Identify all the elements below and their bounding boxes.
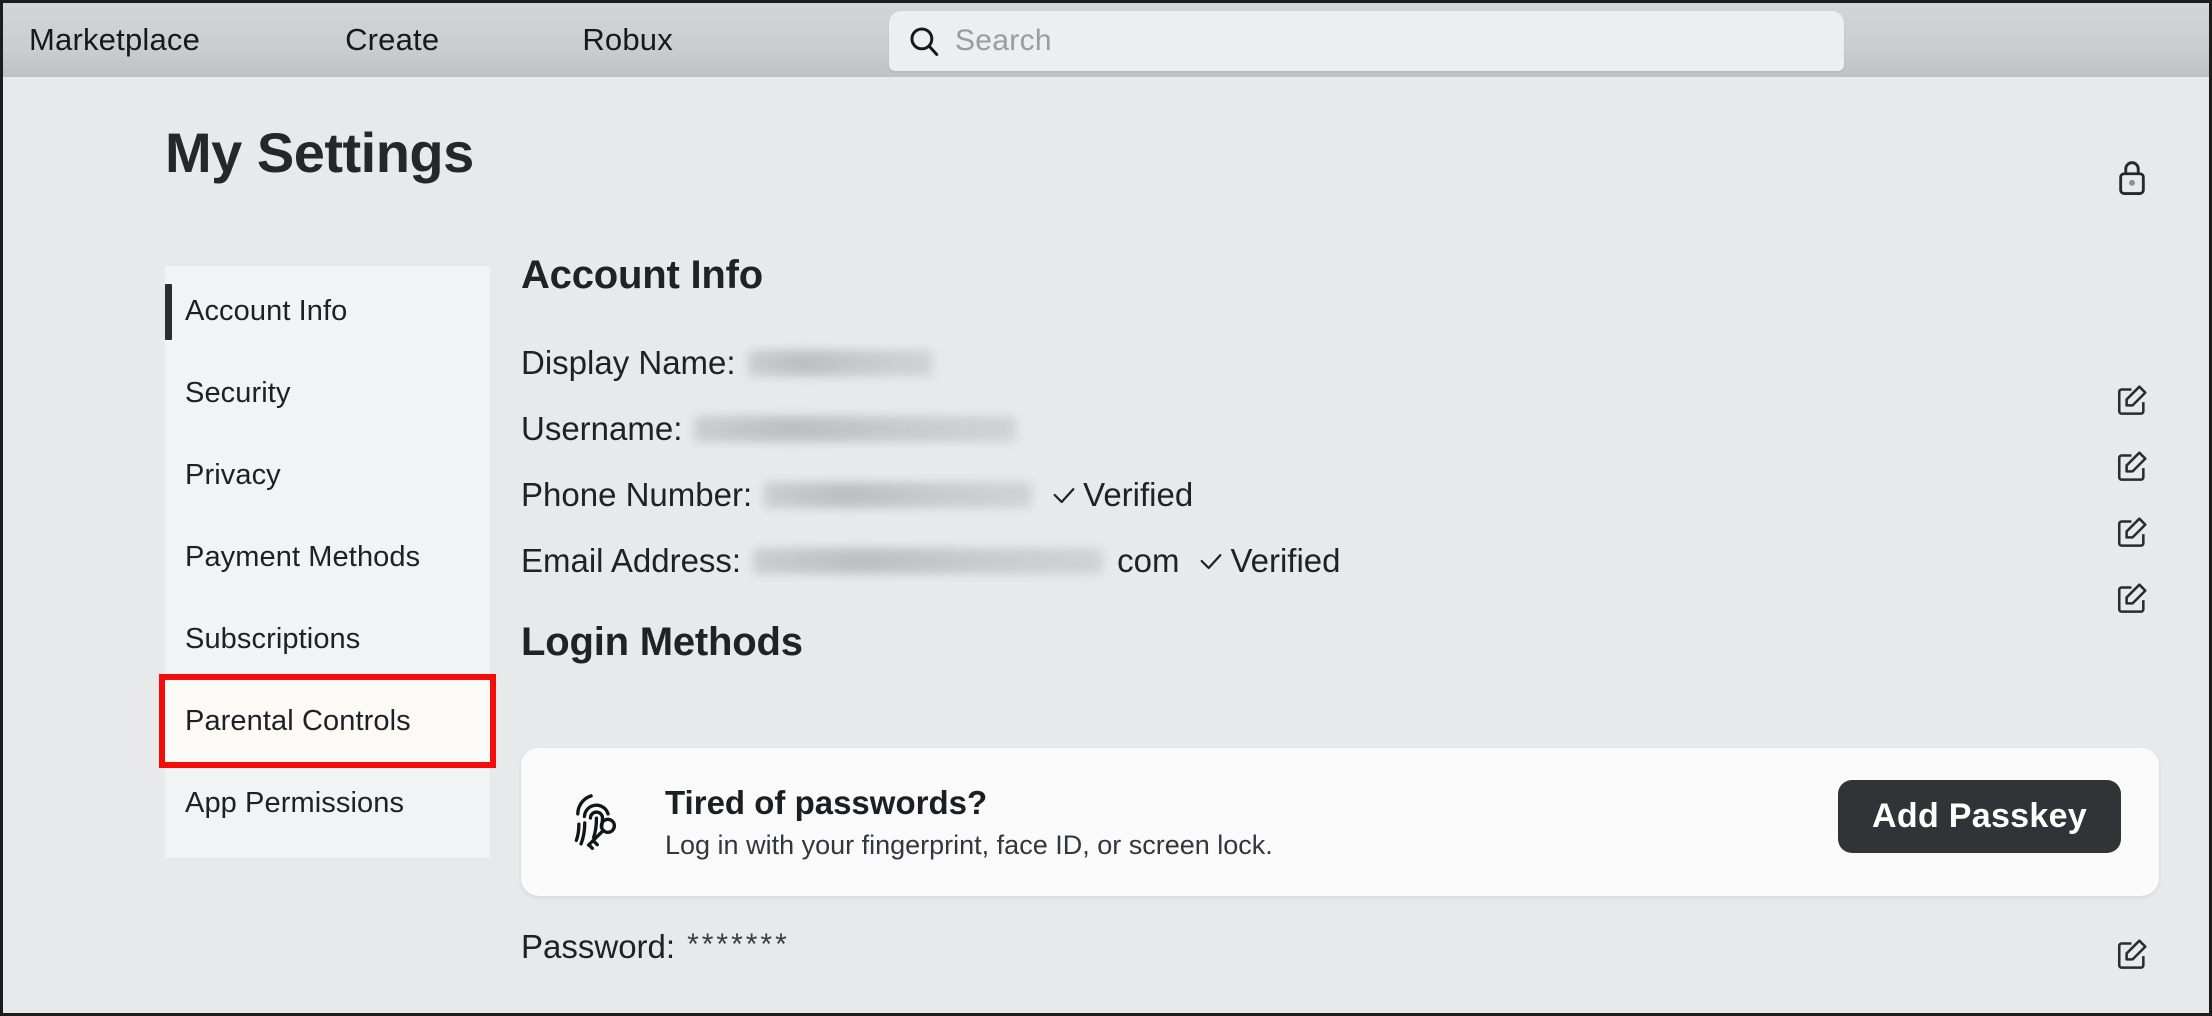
app-window: Marketplace Create Robux Search My Setti… bbox=[0, 0, 2212, 1016]
passkey-card-subtitle: Log in with your fingerprint, face ID, o… bbox=[665, 829, 1273, 860]
lock-icon[interactable] bbox=[2115, 158, 2149, 203]
passkey-promo-card: Tired of passwords? Log in with your fin… bbox=[521, 748, 2159, 896]
edit-username-button[interactable] bbox=[2115, 449, 2149, 483]
username-label: Username: bbox=[521, 410, 683, 447]
page-title: My Settings bbox=[165, 121, 474, 184]
display-name-value bbox=[747, 350, 933, 376]
add-passkey-button[interactable]: Add Passkey bbox=[1838, 780, 2121, 853]
search-icon bbox=[907, 24, 941, 58]
sidebar-item-parental-controls[interactable]: Parental Controls bbox=[159, 674, 496, 768]
nav-link-marketplace[interactable]: Marketplace bbox=[29, 22, 200, 58]
edit-display-name-button[interactable] bbox=[2115, 383, 2149, 417]
email-address-value bbox=[753, 548, 1104, 574]
phone-number-label: Phone Number: bbox=[521, 476, 753, 513]
login-methods-heading: Login Methods bbox=[521, 620, 803, 664]
fingerprint-key-icon bbox=[561, 784, 643, 860]
email-domain-suffix: com bbox=[1117, 542, 1180, 579]
sidebar-item-label: Parental Controls bbox=[185, 704, 411, 737]
edit-email-address-button[interactable] bbox=[2115, 581, 2149, 615]
sidebar-item-app-permissions[interactable]: App Permissions bbox=[165, 762, 490, 844]
search-input[interactable]: Search bbox=[889, 11, 1844, 71]
nav-link-robux[interactable]: Robux bbox=[582, 22, 673, 58]
sidebar-item-security[interactable]: Security bbox=[165, 352, 490, 434]
check-icon bbox=[1053, 488, 1075, 504]
password-label: Password: bbox=[521, 928, 676, 965]
sidebar-item-subscriptions[interactable]: Subscriptions bbox=[165, 598, 490, 680]
username-value bbox=[694, 416, 1017, 442]
verified-label: Verified bbox=[1230, 542, 1341, 579]
email-address-label: Email Address: bbox=[521, 542, 742, 579]
verified-label: Verified bbox=[1083, 476, 1194, 513]
sidebar-item-label: App Permissions bbox=[185, 786, 405, 819]
sidebar-item-payment-methods[interactable]: Payment Methods bbox=[165, 516, 490, 598]
sidebar-item-account-info[interactable]: Account Info bbox=[165, 270, 490, 352]
password-masked-value: ******* bbox=[687, 928, 790, 961]
phone-number-value bbox=[764, 482, 1033, 508]
top-navigation-bar: Marketplace Create Robux Search bbox=[3, 3, 2209, 77]
edit-password-button[interactable] bbox=[2115, 937, 2149, 971]
account-info-heading: Account Info bbox=[521, 253, 764, 297]
status-badge: Verified bbox=[1050, 476, 1193, 514]
sidebar-item-label: Payment Methods bbox=[185, 540, 421, 573]
table-row: Phone Number: Verified bbox=[521, 462, 2179, 528]
edit-phone-number-button[interactable] bbox=[2115, 515, 2149, 549]
sidebar-item-label: Subscriptions bbox=[185, 622, 361, 655]
nav-link-create[interactable]: Create bbox=[345, 22, 439, 58]
settings-sidebar: Account Info Security Privacy Payment Me… bbox=[159, 266, 496, 858]
sidebar-item-label: Privacy bbox=[185, 458, 281, 491]
search-placeholder-text: Search bbox=[955, 24, 1052, 57]
table-row: Username: bbox=[521, 396, 2179, 462]
table-row: Display Name: bbox=[521, 330, 2179, 396]
sidebar-item-label: Security bbox=[185, 376, 291, 409]
status-badge: Verified bbox=[1197, 542, 1341, 580]
sidebar-item-privacy[interactable]: Privacy bbox=[165, 434, 490, 516]
password-row: Password: ******* bbox=[521, 928, 790, 966]
check-icon bbox=[1200, 554, 1222, 570]
passkey-card-title: Tired of passwords? bbox=[665, 783, 988, 821]
display-name-label: Display Name: bbox=[521, 344, 736, 381]
settings-main-content: Account Info Display Name: Username: Pho… bbox=[521, 253, 2179, 665]
table-row: Email Address: com Verified bbox=[521, 528, 2179, 594]
sidebar-item-label: Account Info bbox=[185, 294, 348, 327]
